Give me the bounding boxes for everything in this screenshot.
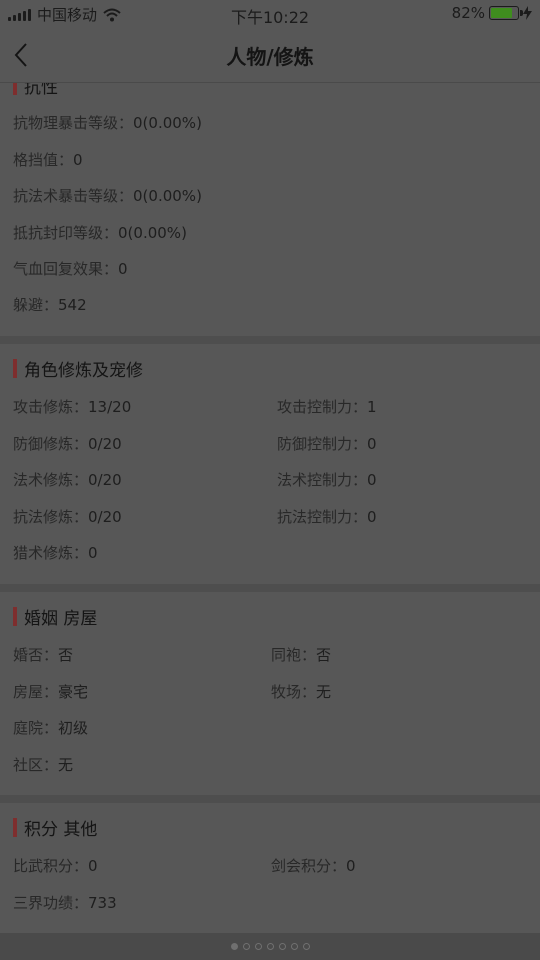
battery-fill bbox=[491, 8, 512, 18]
stat-row: 社区：无 bbox=[13, 756, 74, 774]
page-dot[interactable] bbox=[242, 943, 250, 950]
stat-row: 抗法修炼：0/20 bbox=[13, 508, 122, 526]
section-marriage: 婚姻 房屋 婚否：否 房屋：豪宅 庭院：初级 社区：无 同袍：否 牧场：无 bbox=[0, 592, 540, 795]
section-cultivation: 角色修炼及宠修 攻击修炼：13/20 防御修炼：0/20 法术修炼：0/20 抗… bbox=[0, 344, 540, 584]
stat-row: 剑会积分：0 bbox=[271, 857, 356, 875]
section-header: 抗性 bbox=[13, 83, 58, 98]
stat-row: 抗法术暴击等级：0(0.00%) bbox=[13, 187, 202, 205]
stat-row: 比武积分：0 bbox=[13, 857, 98, 875]
stat-row: 气血回复效果：0 bbox=[13, 260, 128, 278]
page-dot[interactable] bbox=[266, 943, 274, 950]
stat-row: 法术修炼：0/20 bbox=[13, 471, 122, 489]
page-dot[interactable] bbox=[254, 943, 262, 950]
stat-row: 庭院：初级 bbox=[13, 719, 89, 737]
stat-row: 猎术修炼：0 bbox=[13, 544, 98, 562]
section-points: 积分 其他 比武积分：0 三界功绩：733 剑会积分：0 bbox=[0, 803, 540, 933]
page-dot[interactable] bbox=[290, 943, 298, 950]
stat-row: 抗法控制力：0 bbox=[277, 508, 377, 526]
status-bar: 中国移动 下午10:22 82% bbox=[0, 0, 540, 28]
section-accent-bar bbox=[13, 358, 17, 378]
stat-row: 抗物理暴击等级：0(0.00%) bbox=[13, 114, 202, 132]
section-title: 积分 其他 bbox=[24, 819, 98, 840]
stat-row: 牧场：无 bbox=[271, 683, 332, 701]
section-header: 积分 其他 bbox=[13, 815, 98, 840]
section-title: 婚姻 房屋 bbox=[24, 608, 98, 629]
stat-row: 躲避：542 bbox=[13, 296, 87, 314]
section-title: 抗性 bbox=[24, 83, 58, 98]
section-header: 角色修炼及宠修 bbox=[13, 356, 143, 381]
stat-row: 攻击修炼：13/20 bbox=[13, 398, 132, 416]
battery-icon bbox=[489, 6, 523, 20]
stat-row: 婚否：否 bbox=[13, 646, 74, 664]
page-dot[interactable] bbox=[278, 943, 286, 950]
stat-row: 三界功绩：733 bbox=[13, 894, 117, 912]
section-header: 婚姻 房屋 bbox=[13, 604, 98, 629]
stat-row: 格挡值：0 bbox=[13, 151, 83, 169]
page-indicator[interactable] bbox=[0, 933, 540, 960]
page-dot[interactable] bbox=[230, 943, 238, 950]
status-right: 82% bbox=[452, 4, 532, 22]
page-dot[interactable] bbox=[302, 943, 310, 950]
battery-percent: 82% bbox=[451, 4, 485, 22]
scroll-content[interactable]: 抗性 抗物理暴击等级：0(0.00%) 格挡值：0 抗法术暴击等级：0(0.00… bbox=[0, 83, 540, 933]
charging-bolt-icon bbox=[523, 6, 532, 20]
stat-row: 防御修炼：0/20 bbox=[13, 435, 122, 453]
section-resistance: 抗性 抗物理暴击等级：0(0.00%) 格挡值：0 抗法术暴击等级：0(0.00… bbox=[0, 83, 540, 336]
stat-row: 房屋：豪宅 bbox=[13, 683, 89, 701]
stat-row: 攻击控制力：1 bbox=[277, 398, 377, 416]
stat-row: 法术控制力：0 bbox=[277, 471, 377, 489]
section-title: 角色修炼及宠修 bbox=[24, 360, 143, 381]
nav-bar: 人物/修炼 bbox=[0, 28, 540, 83]
stat-row: 抵抗封印等级：0(0.00%) bbox=[13, 224, 187, 242]
page-title: 人物/修炼 bbox=[226, 45, 314, 69]
section-accent-bar bbox=[13, 83, 17, 95]
stat-row: 防御控制力：0 bbox=[277, 435, 377, 453]
section-accent-bar bbox=[13, 817, 17, 837]
stat-row: 同袍：否 bbox=[271, 646, 332, 664]
section-accent-bar bbox=[13, 606, 17, 626]
